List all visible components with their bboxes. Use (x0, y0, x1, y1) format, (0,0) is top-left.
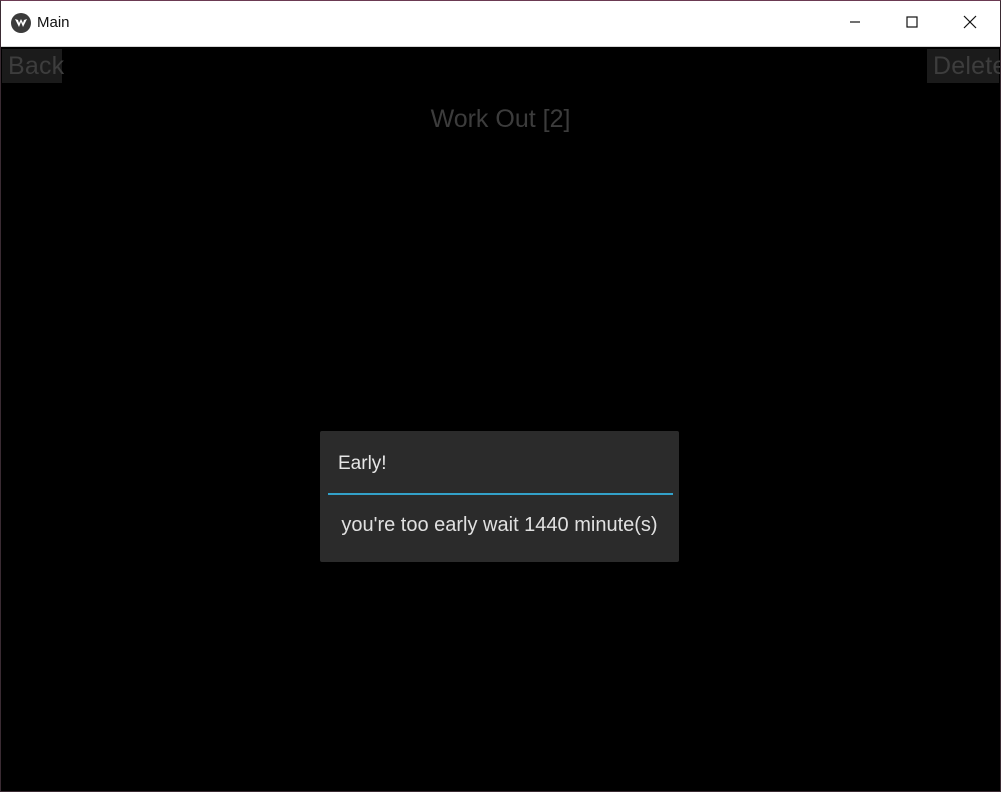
close-button[interactable] (941, 1, 999, 47)
title-bar: Main (1, 1, 1000, 47)
page-title: Work Out [2] (430, 105, 571, 133)
kivy-app-icon (11, 13, 31, 33)
maximize-icon (906, 15, 918, 33)
main-content: Back Delete Work Out [2] Early! you're t… (1, 47, 1000, 791)
popup-title: Early! (338, 453, 387, 474)
app-window: Main Back Delete Work Out [2] Early! you… (0, 0, 1001, 792)
popup-title-separator (328, 493, 673, 495)
back-button[interactable]: Back (2, 49, 64, 83)
maximize-button[interactable] (883, 1, 941, 47)
popup-message: you're too early wait 1440 minute(s) (341, 514, 658, 536)
minimize-button[interactable] (826, 1, 884, 47)
window-title: Main (37, 14, 70, 31)
minimize-icon (849, 15, 861, 33)
early-popup[interactable]: Early! you're too early wait 1440 minute… (320, 431, 679, 562)
close-icon (963, 15, 977, 34)
delete-button[interactable]: Delete (927, 49, 1000, 83)
